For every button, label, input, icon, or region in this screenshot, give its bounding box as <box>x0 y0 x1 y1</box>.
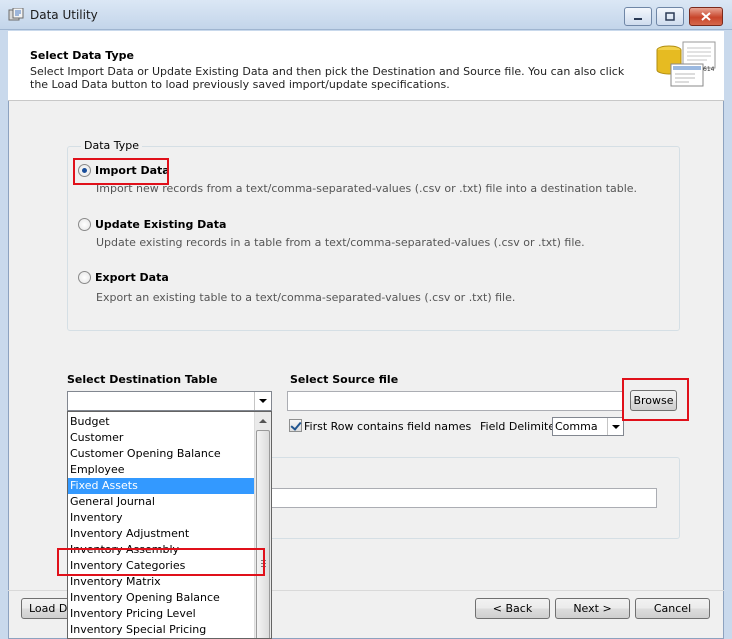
dropdown-item-inventory[interactable]: Inventory <box>68 510 255 526</box>
source-file-input[interactable] <box>287 391 623 411</box>
data-type-caption: Data Type <box>81 139 143 152</box>
update-data-label[interactable]: Update Existing Data <box>95 218 226 231</box>
dropdown-item-inventory-matrix[interactable]: Inventory Matrix <box>68 574 255 590</box>
update-data-description: Update existing records in a table from … <box>96 236 585 249</box>
dropdown-item-fixed-assets[interactable]: Fixed Assets <box>68 478 255 494</box>
cancel-button[interactable]: Cancel <box>635 598 710 619</box>
dropdown-item-inventory-opening-balance[interactable]: Inventory Opening Balance <box>68 590 255 606</box>
export-data-radio-row[interactable]: Export Data <box>78 271 169 284</box>
frame-left <box>0 30 8 639</box>
scroll-up-icon[interactable] <box>255 412 271 429</box>
next-button[interactable]: Next > <box>555 598 630 619</box>
title-bar: Data Utility <box>0 0 732 30</box>
maximize-icon <box>665 12 675 21</box>
chevron-down-icon[interactable] <box>607 418 623 435</box>
maximize-button[interactable] <box>656 7 684 26</box>
minimize-icon <box>634 17 642 20</box>
app-icon <box>8 8 24 21</box>
chevron-down-icon[interactable] <box>254 392 271 410</box>
export-data-label[interactable]: Export Data <box>95 271 169 284</box>
import-data-label[interactable]: Import Data <box>95 164 170 177</box>
frame-right <box>724 30 732 639</box>
dropdown-scrollbar[interactable] <box>254 412 271 638</box>
destination-table-dropdown[interactable]: Budget Customer Customer Opening Balance… <box>67 411 272 639</box>
header-banner: Select Data Type Select Import Data or U… <box>8 31 724 101</box>
import-data-description: Import new records from a text/comma-sep… <box>96 182 638 195</box>
illustration-badge: 614 <box>703 66 715 73</box>
export-data-description: Export an existing table to a text/comma… <box>96 291 516 304</box>
destination-table-combo[interactable] <box>67 391 272 411</box>
field-delimiter-value: Comma <box>555 420 598 433</box>
dropdown-item-inventory-special-pricing[interactable]: Inventory Special Pricing <box>68 622 255 638</box>
close-button[interactable] <box>689 7 723 26</box>
dropdown-item-customer-opening-balance[interactable]: Customer Opening Balance <box>68 446 255 462</box>
page-title: Select Data Type <box>30 49 134 62</box>
minimize-button[interactable] <box>624 7 652 26</box>
source-file-label: Select Source file <box>290 373 399 386</box>
dropdown-item-inventory-categories[interactable]: Inventory Categories <box>68 558 255 574</box>
page-description: Select Import Data or Update Existing Da… <box>30 65 625 91</box>
field-delimiter-label: Field Delimiter <box>480 420 560 433</box>
dropdown-item-general-journal[interactable]: General Journal <box>68 494 255 510</box>
database-illustration-icon: 614 <box>656 41 716 87</box>
first-row-checkbox[interactable] <box>289 419 302 432</box>
field-delimiter-select[interactable]: Comma <box>552 417 624 436</box>
update-data-radio[interactable] <box>78 218 91 231</box>
import-data-radio-row[interactable]: Import Data <box>78 164 170 177</box>
scrollbar-thumb[interactable] <box>256 430 270 638</box>
update-data-radio-row[interactable]: Update Existing Data <box>78 218 226 231</box>
import-data-radio[interactable] <box>78 164 91 177</box>
dropdown-item-inventory-pricing-level[interactable]: Inventory Pricing Level <box>68 606 255 622</box>
dropdown-item-inventory-assembly[interactable]: Inventory Assembly <box>68 542 255 558</box>
destination-table-label: Select Destination Table <box>67 373 218 386</box>
first-row-label[interactable]: First Row contains field names <box>304 420 471 433</box>
dropdown-item-budget[interactable]: Budget <box>68 414 255 430</box>
browse-button[interactable]: Browse <box>630 390 677 411</box>
options-input[interactable] <box>268 488 657 508</box>
window-title: Data Utility <box>30 8 98 22</box>
close-icon <box>701 12 711 21</box>
dropdown-item-inventory-adjustment[interactable]: Inventory Adjustment <box>68 526 255 542</box>
dropdown-item-customer[interactable]: Customer <box>68 430 255 446</box>
export-data-radio[interactable] <box>78 271 91 284</box>
dropdown-item-employee[interactable]: Employee <box>68 462 255 478</box>
back-button[interactable]: < Back <box>475 598 550 619</box>
